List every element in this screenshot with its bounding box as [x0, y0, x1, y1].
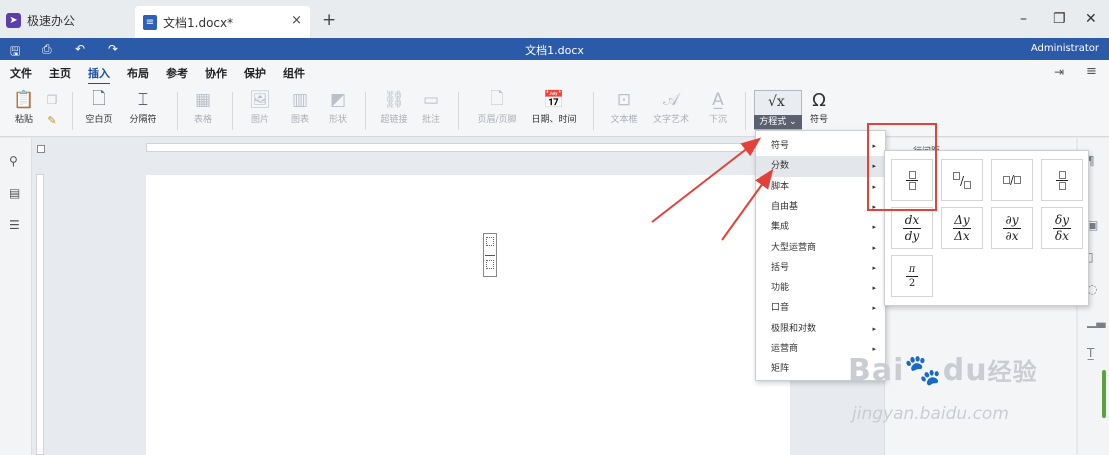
watermark-url: jingyan.baidu.com [852, 404, 1009, 424]
watermark-brand: Bai [848, 353, 905, 388]
arrow-to-fraction [721, 168, 774, 241]
watermark-du: du [942, 353, 988, 388]
watermark-cn: 经验 [987, 358, 1038, 386]
paw-icon: 🐾 [904, 353, 943, 388]
watermark-logo: Bai🐾du经验 [848, 352, 1038, 388]
arrow-to-equation [651, 137, 762, 223]
